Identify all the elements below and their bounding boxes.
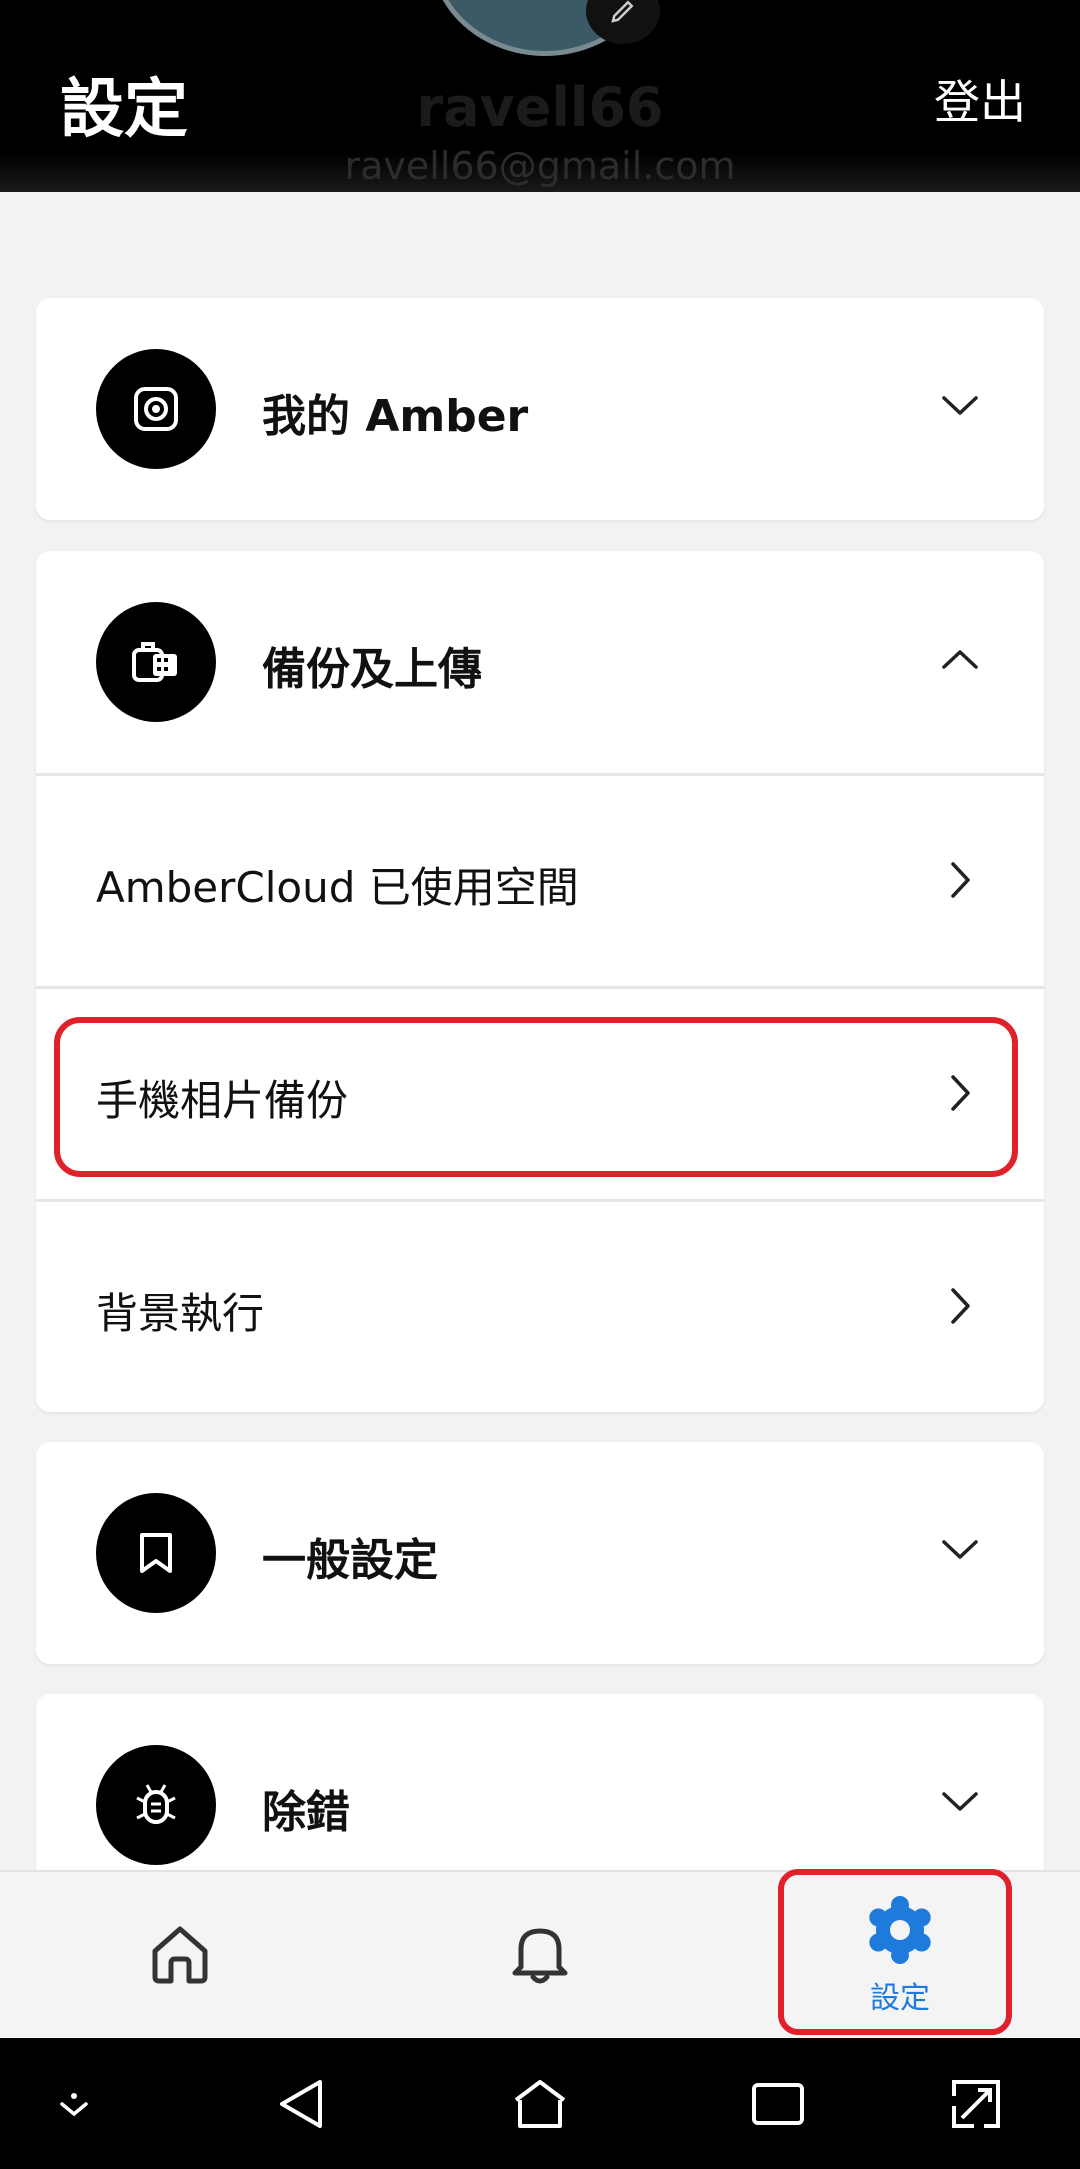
section-my-amber-title: 我的 Amber: [262, 391, 529, 442]
chevron-up-icon: [938, 637, 982, 681]
home-icon: [147, 1921, 213, 1991]
row-phone-photo-backup[interactable]: 手機相片備份: [36, 989, 1044, 1199]
chevron-right-icon: [938, 1071, 982, 1115]
row-background-run[interactable]: 背景執行: [36, 1202, 1044, 1412]
section-general-header[interactable]: 一般設定: [36, 1442, 1044, 1664]
page-title: 設定: [60, 73, 188, 147]
bell-icon: [507, 1919, 573, 1993]
row-background-run-label: 背景執行: [96, 1289, 265, 1338]
profile-email: ravell66@gmail.com: [344, 144, 736, 188]
hide-bar-icon[interactable]: [34, 2066, 114, 2142]
section-backup-title: 備份及上傳: [262, 644, 482, 695]
chevron-down-icon: [938, 1528, 982, 1572]
row-phone-photo-backup-label: 手機相片備份: [96, 1076, 349, 1125]
system-nav-bar: [0, 2038, 1080, 2169]
section-backup-header[interactable]: 備份及上傳: [36, 551, 1044, 773]
bookmark-icon: [96, 1493, 216, 1613]
logout-button[interactable]: 登出: [934, 66, 1026, 132]
expand-icon[interactable]: [936, 2066, 1016, 2142]
section-debug-title: 除錯: [262, 1787, 350, 1838]
bottom-nav: 設定: [0, 1870, 1080, 2040]
nav-settings[interactable]: 設定: [770, 1872, 1030, 2040]
row-ambercloud-usage-label: AmberCloud 已使用空間: [96, 863, 579, 912]
top-header: ravell66 ravell66@gmail.com 設定 登出: [0, 0, 1080, 192]
chevron-down-icon: [938, 1780, 982, 1824]
home-system-icon[interactable]: [500, 2066, 580, 2142]
section-my-amber-header[interactable]: 我的 Amber: [36, 298, 1044, 520]
back-icon[interactable]: [262, 2066, 342, 2142]
chevron-right-icon: [938, 1284, 982, 1328]
chevron-right-icon: [938, 858, 982, 902]
section-general: 一般設定: [36, 1442, 1044, 1664]
bug-icon: [96, 1745, 216, 1865]
nav-notifications[interactable]: [410, 1872, 670, 2040]
backup-upload-icon: [96, 602, 216, 722]
section-general-title: 一般設定: [262, 1535, 438, 1586]
chevron-down-icon: [938, 384, 982, 428]
row-ambercloud-usage[interactable]: AmberCloud 已使用空間: [36, 776, 1044, 986]
nav-home[interactable]: [50, 1872, 310, 2040]
nav-settings-label: 設定: [870, 1981, 930, 2016]
recents-icon[interactable]: [738, 2066, 818, 2142]
section-my-amber: 我的 Amber: [36, 298, 1044, 520]
gear-icon: [865, 1895, 935, 1969]
amber-device-icon: [96, 349, 216, 469]
section-backup: 備份及上傳 AmberCloud 已使用空間 手機相片備份 背景執行: [36, 551, 1044, 1412]
